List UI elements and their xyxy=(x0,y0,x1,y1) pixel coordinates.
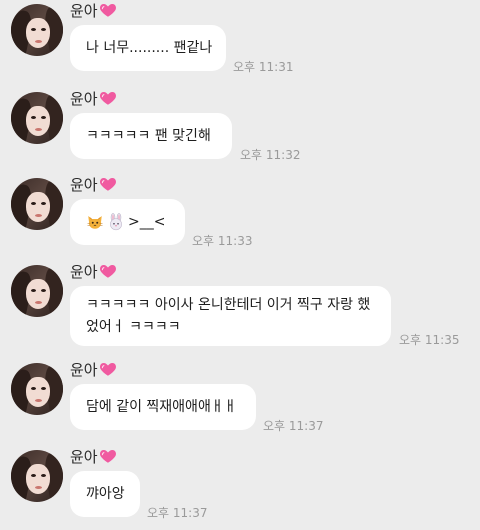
sender-avatar[interactable] xyxy=(11,363,63,415)
pink-heart-icon xyxy=(99,175,117,193)
sender-name[interactable]: 윤아 xyxy=(70,359,98,380)
message-time: 오후 11:37 xyxy=(147,506,208,520)
sender-name-row: 윤아 xyxy=(70,446,117,466)
sender-avatar[interactable] xyxy=(11,450,63,502)
sender-name-row: 윤아 xyxy=(70,359,117,379)
message-text-line: 었어ㅓ ㅋㅋㅋㅋ xyxy=(86,319,181,335)
message-time: 오후 11:33 xyxy=(192,234,253,248)
sender-avatar[interactable] xyxy=(11,92,63,144)
pink-heart-icon xyxy=(99,262,117,280)
sender-avatar[interactable] xyxy=(11,265,63,317)
message-text: 꺄아앙 xyxy=(86,486,125,502)
message-text: 담에 같이 찍재애애애ㅐㅐ xyxy=(86,399,237,415)
message-time: 오후 11:32 xyxy=(240,148,301,162)
chat-log: 윤아 나 너무......... 팬같나 오후 11:31 윤아 ㅋㅋㅋㅋㅋ 팬… xyxy=(0,0,480,530)
pink-heart-icon xyxy=(99,447,117,465)
message-bubble[interactable]: 나 너무......... 팬같나 xyxy=(70,25,226,71)
sender-avatar[interactable] xyxy=(11,178,63,230)
message-text: >__< xyxy=(128,214,166,230)
message-bubble[interactable]: >__< xyxy=(70,199,185,245)
message-bubble[interactable]: 담에 같이 찍재애애애ㅐㅐ xyxy=(70,384,256,430)
sender-name[interactable]: 윤아 xyxy=(70,88,98,109)
rabbit-face-icon xyxy=(107,213,125,231)
message-time: 오후 11:35 xyxy=(399,333,460,347)
pink-heart-icon xyxy=(99,89,117,107)
sender-avatar[interactable] xyxy=(11,4,63,56)
message-text: ㅋㅋㅋㅋㅋ 아이사 온니한테더 이거 찍구 자랑 했 었어ㅓ ㅋㅋㅋㅋ xyxy=(86,294,370,338)
sender-name[interactable]: 윤아 xyxy=(70,0,98,21)
message-bubble[interactable]: ㅋㅋㅋㅋㅋ 팬 맞긴해 xyxy=(70,113,232,159)
sender-name-row: 윤아 xyxy=(70,0,117,20)
sender-name[interactable]: 윤아 xyxy=(70,261,98,282)
message-text: ㅋㅋㅋㅋㅋ 팬 맞긴해 xyxy=(86,128,211,144)
cat-face-icon xyxy=(86,213,104,231)
pink-heart-icon xyxy=(99,360,117,378)
pink-heart-icon xyxy=(99,1,117,19)
sender-name-row: 윤아 xyxy=(70,88,117,108)
sender-name-row: 윤아 xyxy=(70,174,117,194)
sender-name[interactable]: 윤아 xyxy=(70,174,98,195)
sender-name[interactable]: 윤아 xyxy=(70,446,98,467)
message-time: 오후 11:31 xyxy=(233,60,294,74)
message-text: 나 너무......... 팬같나 xyxy=(86,40,213,56)
message-text-line: ㅋㅋㅋㅋㅋ 아이사 온니한테더 이거 찍구 자랑 했 xyxy=(86,297,371,313)
message-bubble[interactable]: 꺄아앙 xyxy=(70,471,140,517)
sender-name-row: 윤아 xyxy=(70,261,117,281)
message-bubble[interactable]: ㅋㅋㅋㅋㅋ 아이사 온니한테더 이거 찍구 자랑 했 었어ㅓ ㅋㅋㅋㅋ xyxy=(70,286,391,346)
message-time: 오후 11:37 xyxy=(263,419,324,433)
